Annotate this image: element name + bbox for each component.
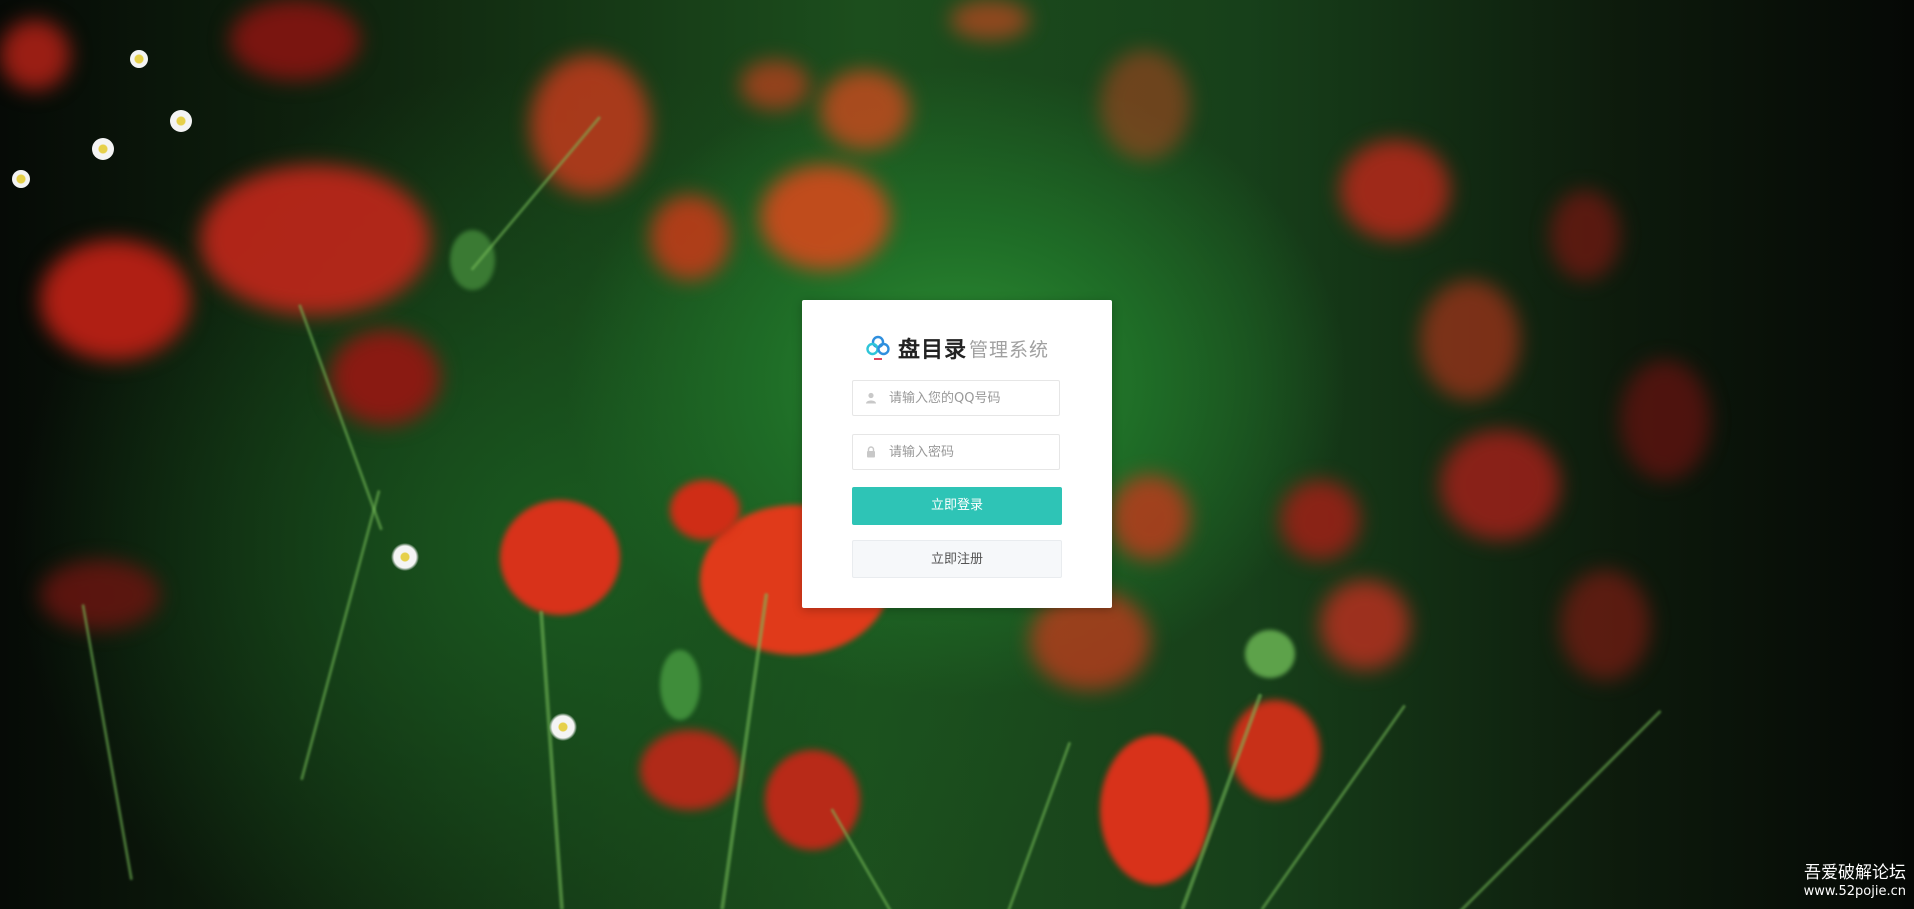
bud xyxy=(450,230,495,290)
poppy-blur xyxy=(650,195,730,280)
poppy-blur xyxy=(1280,480,1360,560)
poppy-blur xyxy=(1320,580,1410,670)
stem xyxy=(1440,709,1662,909)
stem xyxy=(1000,741,1072,909)
bud xyxy=(660,650,700,720)
poppy-blur xyxy=(1340,140,1450,240)
poppy-foreground xyxy=(670,480,740,540)
poppy-blur xyxy=(760,165,890,270)
qq-field[interactable] xyxy=(852,380,1060,416)
poppy-blur xyxy=(40,240,190,360)
poppy-foreground xyxy=(1230,700,1320,800)
poppy-blur xyxy=(1620,360,1710,480)
poppy-foreground xyxy=(500,500,620,615)
poppy-blur xyxy=(200,165,430,315)
poppy-blur xyxy=(820,70,910,150)
watermark: 吾爱破解论坛 www.52pojie.cn xyxy=(1804,863,1906,901)
poppy-blur xyxy=(740,60,810,110)
stem xyxy=(830,808,903,909)
poppy-blur xyxy=(230,0,360,80)
daisy xyxy=(12,170,30,188)
stem xyxy=(81,603,133,881)
poppy-blur xyxy=(40,560,160,630)
user-icon xyxy=(866,392,876,404)
bud xyxy=(1245,630,1295,678)
brand-header: 盘目录 管理系统 xyxy=(802,333,1112,363)
login-card: 盘目录 管理系统 立即登录 立即注册 xyxy=(802,300,1112,608)
brand-subtitle: 管理系统 xyxy=(969,338,1050,361)
daisy xyxy=(92,138,114,160)
daisy xyxy=(130,50,148,68)
poppy-blur xyxy=(1550,190,1620,280)
poppy-blur xyxy=(1560,570,1650,680)
stem xyxy=(300,489,381,781)
poppy-foreground xyxy=(1100,735,1210,885)
password-input[interactable] xyxy=(889,435,1055,469)
poppy-blur xyxy=(1440,430,1560,540)
poppy-blur xyxy=(0,20,70,90)
qq-input[interactable] xyxy=(889,381,1055,415)
brand-name: 盘目录 xyxy=(897,338,967,363)
poppy-blur xyxy=(1420,280,1520,400)
register-button[interactable]: 立即注册 xyxy=(852,540,1062,578)
watermark-title: 吾爱破解论坛 xyxy=(1804,863,1906,883)
lock-icon xyxy=(867,446,875,458)
password-field[interactable] xyxy=(852,434,1060,470)
daisy xyxy=(170,110,192,132)
login-button[interactable]: 立即登录 xyxy=(852,487,1062,525)
cloud-logo-icon xyxy=(866,335,890,360)
poppy-blur xyxy=(1100,50,1190,160)
poppy-blur xyxy=(330,330,440,425)
poppy-blur xyxy=(1110,475,1190,560)
poppy-blur xyxy=(950,0,1030,40)
daisy xyxy=(390,542,420,572)
stem xyxy=(539,610,564,909)
poppy-foreground xyxy=(640,730,740,810)
daisy xyxy=(548,712,578,742)
watermark-url: www.52pojie.cn xyxy=(1803,884,1906,899)
